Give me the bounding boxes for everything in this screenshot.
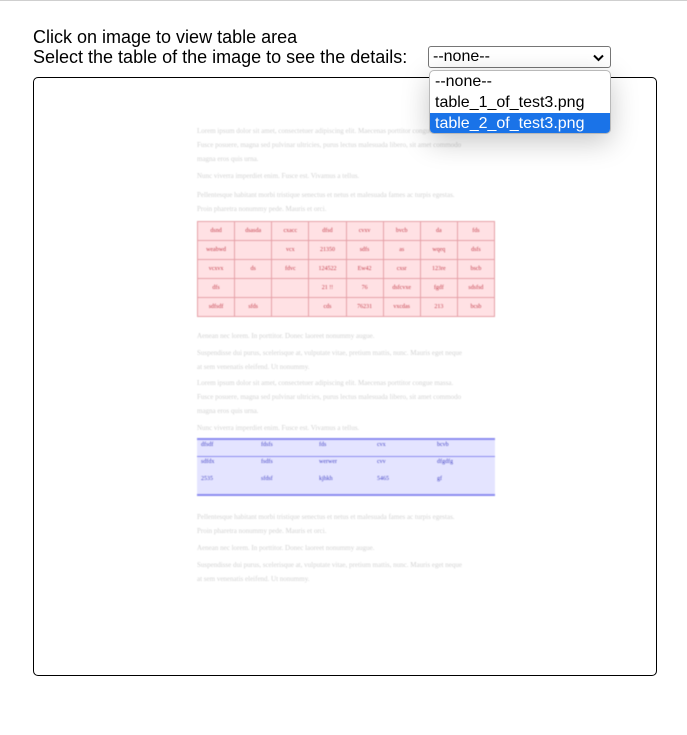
table-1-cell: dsfs xyxy=(456,240,496,260)
table-1-cell: da xyxy=(419,221,458,241)
table-2-cell: werwer xyxy=(319,459,337,465)
table-1-cell: sdfs xyxy=(345,240,384,260)
table-1-cell: sdfsdf xyxy=(196,297,236,317)
table-2-cell: bcvb xyxy=(437,442,449,448)
document-image[interactable]: Lorem ipsum dolor sit amet, consectetuer… xyxy=(196,78,497,598)
table-2-row: dfsdf fdsfs fds cvx bcvb xyxy=(197,440,495,456)
paragraph-4: Aenean nec lorem. In porttitor. Donec la… xyxy=(197,332,375,340)
paragraph-3: Pellentesque habitant morbi tristique se… xyxy=(197,191,455,213)
table-2-cell: fsdfs xyxy=(261,459,273,465)
table-1-cell: cxacc xyxy=(271,221,310,241)
table-2-cell: 2535 xyxy=(201,476,213,482)
paragraph-2: Nunc viverra imperdiet enim. Fusce est. … xyxy=(197,172,360,180)
table-select-value: --none-- xyxy=(433,48,490,65)
table-1-row: dfs 21 !! 76 dsfcvxe fgdf sdsfsd xyxy=(196,278,496,298)
table-1-cell xyxy=(234,240,273,260)
table-1-cell: as xyxy=(382,240,421,260)
paragraph-5: Suspendisse dui purus, scelerisque at, v… xyxy=(197,349,462,371)
table-1-cell xyxy=(271,278,310,298)
table-1-cell: wqeq xyxy=(419,240,458,260)
table-1-cell: 76231 xyxy=(345,297,384,317)
table-1-region[interactable]: dsnd dsasda cxacc dfsd cvxv bvcb da fds weabwd vc… xyxy=(196,221,496,317)
table-1-row: sdfsdf sfds cds 76231 vxcdas 213 bcsb xyxy=(196,297,496,317)
option-none[interactable]: --none-- xyxy=(430,71,610,92)
table-1-cell: dsnd xyxy=(196,221,236,241)
table-1-cell: dsfcvxe xyxy=(382,278,421,298)
table-2-cell: cvx xyxy=(377,442,386,448)
image-viewer[interactable]: Lorem ipsum dolor sit amet, consectetuer… xyxy=(33,77,657,676)
table-1-cell: bscb xyxy=(456,259,496,279)
table-select[interactable]: --none-- xyxy=(428,46,611,68)
table-2-cell: dfgdfg xyxy=(437,459,453,465)
table-2-cell: 5465 xyxy=(377,476,389,482)
table-1-cell: ds xyxy=(234,259,273,279)
table-1-cell xyxy=(234,278,273,298)
table-1-cell xyxy=(271,297,310,317)
table-1-cell: sdsfsd xyxy=(456,278,496,298)
table-1-row: weabwd vcx 21350 sdfs as wqeq dsfs xyxy=(196,240,496,260)
paragraph-10: Suspendisse dui purus, scelerisque at, v… xyxy=(197,561,462,583)
table-2-cell: fdsfs xyxy=(261,442,273,448)
paragraph-7: Nunc viverra imperdiet enim. Fusce est. … xyxy=(197,424,360,432)
table-1-cell: cxsr xyxy=(382,259,421,279)
table-1-cell: dfsd xyxy=(308,221,347,241)
option-table-2[interactable]: table_2_of_test3.png xyxy=(430,113,610,133)
chevron-down-icon xyxy=(593,54,604,62)
table-1-cell: fgdf xyxy=(419,278,458,298)
table-1-row: dsnd dsasda cxacc dfsd cvxv bvcb da fds xyxy=(196,221,496,241)
table-1-cell: cds xyxy=(308,297,347,317)
table-1-cell: 124522 xyxy=(308,259,347,279)
table-2-cell: dfsdf xyxy=(201,442,214,448)
top-rule xyxy=(0,0,687,1)
table-1-row: vcxvx ds fdvc 124522 Ew42 cxsr 123re bscb xyxy=(196,259,496,279)
table-2-cell: cvv xyxy=(377,459,386,465)
paragraph-8: Pellentesque habitant morbi tristique se… xyxy=(197,513,455,535)
table-2-cell: gf xyxy=(437,476,442,482)
table-2-region[interactable]: dfsdf fdsfs fds cvx bcvb sdfdx fsdfs werwer cvv d… xyxy=(197,438,495,496)
table-2-cell: kjhkh xyxy=(319,476,333,482)
instruction-select-table: Select the table of the image to see the… xyxy=(33,47,408,67)
paragraph-9: Aenean nec lorem. In porttitor. Donec la… xyxy=(197,544,375,552)
table-1-cell: bcsb xyxy=(456,297,496,317)
table-1-cell: sfds xyxy=(234,297,273,317)
table-1-cell: bvcb xyxy=(382,221,421,241)
table-1-cell: 76 xyxy=(345,278,384,298)
table-1-cell: Ew42 xyxy=(345,259,384,279)
table-1-cell: 21 !! xyxy=(308,278,347,298)
table-1-cell: weabwd xyxy=(196,240,236,260)
table-2-cell: sdfdx xyxy=(201,459,215,465)
table-1-cell: fdvc xyxy=(271,259,310,279)
option-table-1[interactable]: table_1_of_test3.png xyxy=(430,92,610,113)
table-1-cell: vcx xyxy=(271,240,310,260)
table-1-cell: 123re xyxy=(419,259,458,279)
table-select-dropdown: --none-- table_1_of_test3.png table_2_of… xyxy=(429,70,611,134)
instruction-view-table: Click on image to view table area xyxy=(33,27,298,47)
paragraph-6: Lorem ipsum dolor sit amet, consectetuer… xyxy=(197,379,462,415)
table-2-row: sdfdx fsdfs werwer cvv dfgdfg xyxy=(197,457,495,473)
table-2-cell: fds xyxy=(319,442,327,448)
table-2-cell: sfdsf xyxy=(261,476,273,482)
table-1-cell: fds xyxy=(456,221,496,241)
table-1-cell: cvxv xyxy=(345,221,384,241)
table-2-row: 2535 sfdsf kjhkh 5465 gf xyxy=(197,474,495,490)
table-1-cell: vcxvx xyxy=(196,259,236,279)
table-1-cell: 21350 xyxy=(308,240,347,260)
table-1-cell: 213 xyxy=(419,297,458,317)
table-1-cell: vxcdas xyxy=(382,297,421,317)
table-1-cell: dfs xyxy=(196,278,236,298)
table-1-cell: dsasda xyxy=(234,221,273,241)
